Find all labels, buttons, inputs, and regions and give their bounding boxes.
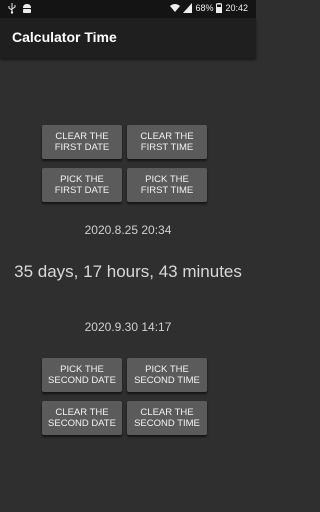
clear-second-time-button[interactable]: CLEAR THE SECOND TIME xyxy=(127,401,207,435)
status-bar: 68% 20:42 xyxy=(0,0,256,18)
pick-second-date-button[interactable]: PICK THE SECOND DATE xyxy=(42,358,122,392)
pick-second-time-button[interactable]: PICK THE SECOND TIME xyxy=(127,358,207,392)
app-bar: Calculator Time xyxy=(0,18,256,58)
duration-result: 35 days, 17 hours, 43 minutes xyxy=(14,262,242,281)
clock: 20:42 xyxy=(225,3,248,13)
clear-first-date-button[interactable]: CLEAR THE FIRST DATE xyxy=(42,125,122,159)
usb-icon xyxy=(8,3,16,14)
system-status: 68% 20:42 xyxy=(170,3,248,13)
battery-icon xyxy=(216,3,223,13)
pick-first-date-button[interactable]: PICK THE FIRST DATE xyxy=(42,168,122,202)
signal-icon xyxy=(183,3,193,13)
battery-percent: 68% xyxy=(195,3,214,13)
notification-icons xyxy=(8,3,32,14)
wifi-icon xyxy=(170,3,181,13)
app-title: Calculator Time xyxy=(12,29,117,45)
pick-first-time-button[interactable]: PICK THE FIRST TIME xyxy=(127,168,207,202)
clear-second-date-button[interactable]: CLEAR THE SECOND DATE xyxy=(42,401,122,435)
android-icon xyxy=(22,3,32,14)
second-datetime-value: 2020.9.30 14:17 xyxy=(84,320,172,334)
clear-first-time-button[interactable]: CLEAR THE FIRST TIME xyxy=(127,125,207,159)
first-datetime-value: 2020.8.25 20:34 xyxy=(84,223,172,237)
